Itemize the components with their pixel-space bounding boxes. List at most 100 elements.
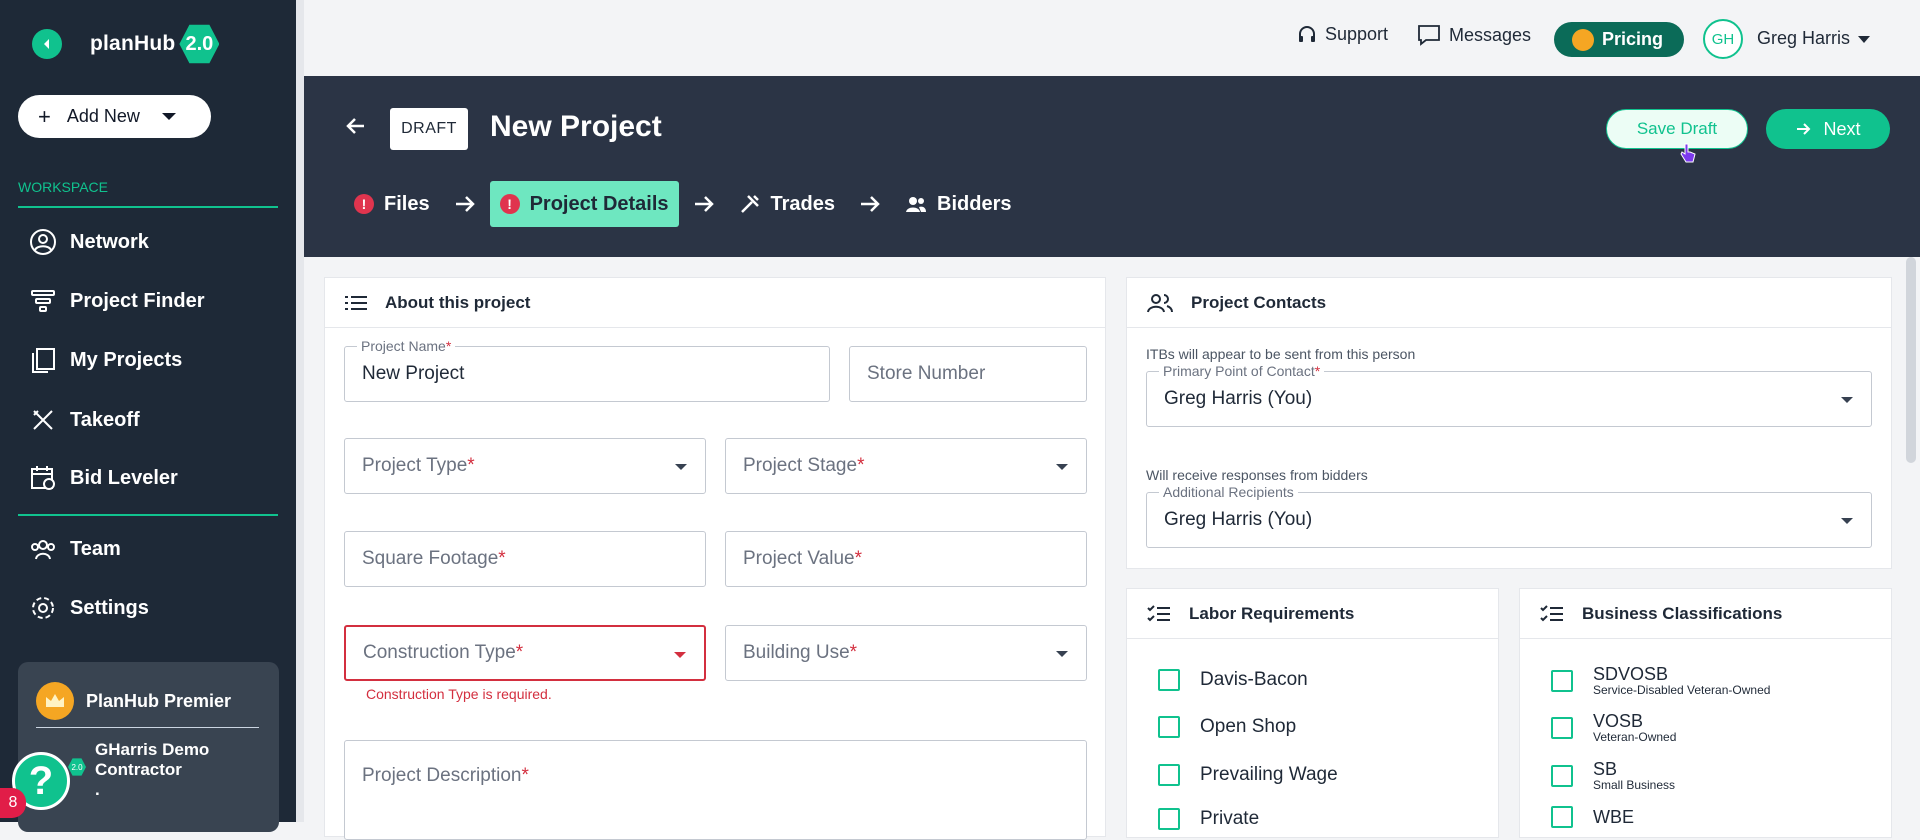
save-draft-button[interactable]: Save Draft: [1606, 109, 1748, 149]
sidebar-item-takeoff[interactable]: Takeoff: [28, 403, 140, 437]
sidebar: planHub 2.0 + Add New WORKSPACE Network …: [0, 0, 296, 832]
back-button[interactable]: [344, 114, 368, 143]
add-new-button[interactable]: + Add New: [18, 95, 211, 138]
company-name: GHarris Demo Contractor .: [95, 740, 265, 800]
list-icon: [345, 295, 367, 311]
sidebar-item-my-projects[interactable]: My Projects: [28, 343, 182, 377]
user-name[interactable]: Greg Harris: [1757, 28, 1850, 49]
step-label: Trades: [770, 192, 836, 215]
checkbox[interactable]: [1158, 808, 1180, 830]
project-name-input[interactable]: Project Name* New Project: [344, 338, 830, 402]
primary-contact-helper: ITBs will appear to be sent from this pe…: [1146, 346, 1416, 362]
crown-icon: [36, 682, 74, 720]
plus-icon: +: [38, 103, 51, 129]
card-header: Business Classifications: [1520, 589, 1891, 639]
business-option[interactable]: WBE: [1551, 806, 1634, 828]
sidebar-item-bid-leveler[interactable]: Bid Leveler: [28, 461, 178, 495]
page-scrollbar[interactable]: [1906, 257, 1916, 463]
project-stage-label: Project Stage*: [743, 455, 865, 476]
sidebar-item-label: Project Finder: [70, 289, 205, 312]
checkbox[interactable]: [1158, 716, 1180, 738]
labor-option[interactable]: Prevailing Wage: [1158, 764, 1338, 786]
additional-recipients-value: Greg Harris (You): [1164, 509, 1313, 530]
checklist-icon: [1147, 604, 1171, 624]
chevron-down-icon: [675, 464, 687, 470]
error-icon: !: [499, 194, 520, 214]
project-description-label: Project Description*: [362, 765, 529, 786]
workspace-label: WORKSPACE: [18, 179, 108, 195]
hand-cursor-icon: [1679, 142, 1697, 169]
step-files[interactable]: ! Files: [344, 181, 440, 227]
messages-link[interactable]: Messages: [1417, 24, 1531, 46]
business-option[interactable]: SDVOSB Service-Disabled Veteran-Owned: [1551, 665, 1770, 697]
sidebar-item-settings[interactable]: Settings: [28, 591, 149, 625]
pricing-button[interactable]: Pricing: [1554, 22, 1684, 57]
gear-icon: [28, 593, 58, 623]
labor-requirements-card: Labor Requirements: [1126, 588, 1499, 838]
additional-recipients-label: Additional Recipients: [1159, 484, 1298, 500]
sidebar-item-team[interactable]: Team: [28, 532, 121, 566]
arrow-right-icon: [454, 194, 476, 214]
step-label: Project Details: [529, 192, 669, 215]
avatar[interactable]: GH: [1703, 19, 1743, 59]
project-stage-select[interactable]: Project Stage*: [725, 438, 1087, 494]
project-description-textarea[interactable]: Project Description*: [344, 740, 1087, 840]
checkbox[interactable]: [1551, 717, 1573, 739]
premium-label: PlanHub Premier: [86, 690, 232, 711]
square-footage-input[interactable]: Square Footage*: [344, 531, 706, 587]
chevron-down-icon: [1841, 397, 1853, 403]
construction-type-select[interactable]: Construction Type*: [344, 625, 706, 681]
additional-recipients-helper: Will receive responses from bidders: [1146, 467, 1368, 483]
checkbox[interactable]: [1158, 764, 1180, 786]
project-value-input[interactable]: Project Value*: [725, 531, 1087, 587]
next-button[interactable]: Next: [1766, 109, 1890, 149]
caret-left-icon: [44, 39, 49, 49]
additional-recipients-select[interactable]: Additional Recipients Greg Harris (You): [1146, 484, 1872, 548]
building-use-select[interactable]: Building Use*: [725, 625, 1087, 681]
checkbox-label: Private: [1200, 808, 1260, 829]
business-option[interactable]: VOSB Veteran-Owned: [1551, 712, 1676, 744]
labor-option[interactable]: Davis-Bacon: [1158, 669, 1308, 691]
team-icon: [28, 534, 58, 564]
sidebar-item-project-finder[interactable]: Project Finder: [28, 284, 204, 318]
checklist-icon: [1540, 604, 1564, 624]
company-extra: .: [95, 780, 100, 799]
business-option[interactable]: SB Small Business: [1551, 760, 1675, 792]
collapse-sidebar-button[interactable]: [32, 29, 62, 59]
card-title: About this project: [385, 292, 531, 312]
store-number-input[interactable]: Store Number: [849, 346, 1087, 402]
sidebar-edge: [296, 0, 304, 822]
checkbox[interactable]: [1551, 806, 1573, 828]
checkbox[interactable]: [1158, 669, 1180, 691]
premium-card: PlanHub Premier GHarris Demo Contractor …: [18, 662, 279, 832]
primary-contact-select[interactable]: Primary Point of Contact* Greg Harris (Y…: [1146, 363, 1872, 427]
sidebar-item-label: Takeoff: [70, 408, 140, 431]
step-project-details[interactable]: ! Project Details: [489, 181, 679, 227]
checkbox-label: Open Shop: [1200, 716, 1297, 737]
chevron-down-icon: [161, 113, 176, 120]
step-bidders[interactable]: Bidders: [895, 181, 1021, 227]
step-label: Files: [384, 192, 430, 215]
pricing-label: Pricing: [1602, 29, 1664, 49]
error-icon: !: [354, 194, 374, 214]
square-footage-label: Square Footage*: [362, 548, 506, 569]
support-link[interactable]: Support: [1297, 24, 1388, 45]
labor-option[interactable]: Private: [1158, 808, 1259, 830]
logo-row: planHub 2.0: [32, 24, 220, 64]
project-type-label: Project Type*: [362, 455, 475, 476]
notification-badge[interactable]: 8: [0, 788, 26, 818]
project-type-select[interactable]: Project Type*: [344, 438, 706, 494]
checkbox[interactable]: [1551, 765, 1573, 787]
support-label: Support: [1325, 24, 1389, 44]
step-trades[interactable]: Trades: [729, 181, 845, 227]
labor-option[interactable]: Open Shop: [1158, 716, 1296, 738]
sidebar-item-label: Network: [70, 230, 149, 253]
project-header: DRAFT New Project Save Draft Next ! File…: [304, 76, 1920, 257]
contacts-icon: [1147, 293, 1173, 313]
checkbox[interactable]: [1551, 670, 1573, 692]
chevron-down-icon: [1841, 518, 1853, 524]
sidebar-item-network[interactable]: Network: [28, 225, 149, 259]
checkbox-label: VOSB Veteran-Owned: [1593, 711, 1677, 744]
next-label: Next: [1823, 118, 1861, 139]
chevron-down-icon[interactable]: [1858, 36, 1870, 43]
